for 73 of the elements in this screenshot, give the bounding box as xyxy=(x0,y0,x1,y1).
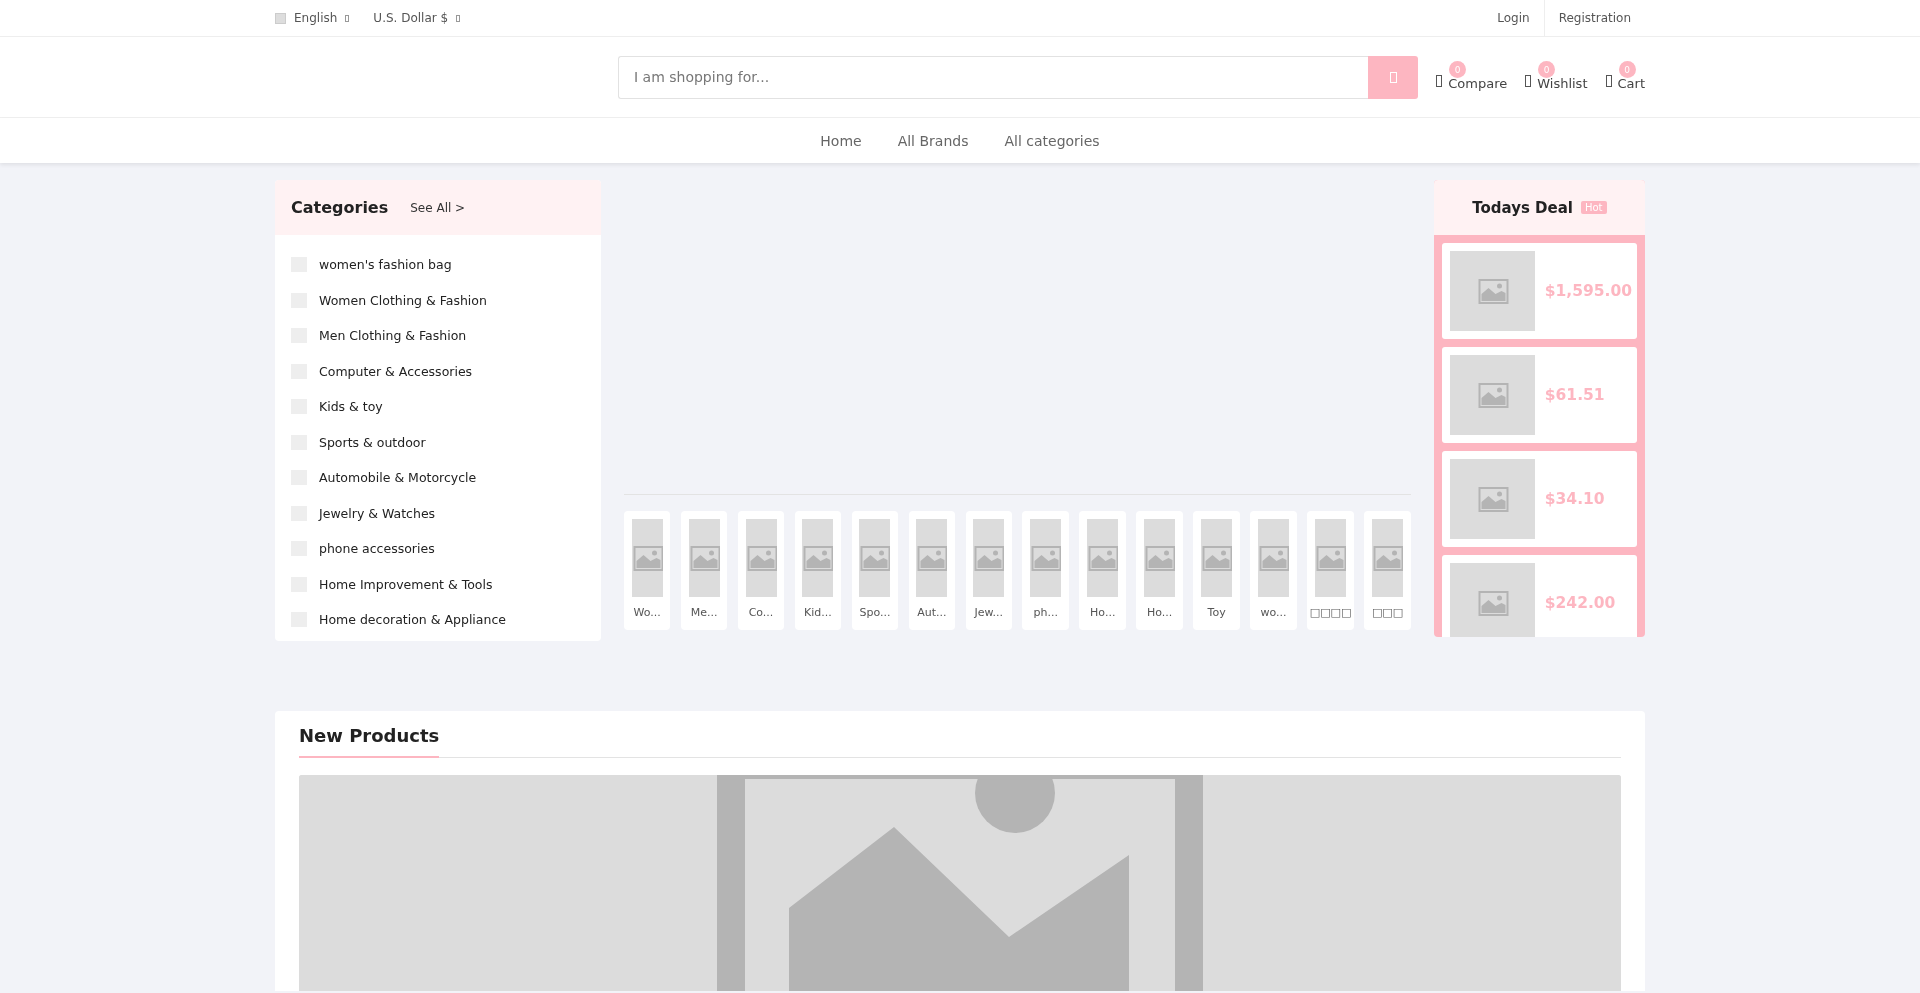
category-item[interactable]: Women Clothing & Fashion xyxy=(291,282,585,318)
language-selector[interactable]: English xyxy=(294,11,338,25)
category-item[interactable]: phone accessories xyxy=(291,531,585,567)
glyph-icon xyxy=(1389,71,1397,83)
category-label: ph... xyxy=(1033,606,1058,619)
caret-icon xyxy=(345,14,350,22)
category-card[interactable]: ph... xyxy=(1022,511,1070,630)
panel-title: Todays Deal xyxy=(1472,198,1573,217)
category-label: Ho... xyxy=(1090,606,1116,619)
category-card[interactable]: Ho... xyxy=(1079,511,1127,630)
action-label: Compare xyxy=(1448,76,1508,91)
category-card[interactable]: Aut... xyxy=(908,511,956,630)
count-badge: 0 xyxy=(1538,61,1556,78)
nav-link[interactable]: All categories xyxy=(1004,132,1100,149)
category-card[interactable]: Wo... xyxy=(623,511,671,630)
category-item[interactable]: Kids & toy xyxy=(291,389,585,425)
search-button[interactable] xyxy=(1368,55,1419,99)
see-all-link[interactable]: See All > xyxy=(410,200,466,215)
account-link[interactable]: Registration xyxy=(1543,0,1645,36)
category-label: Wo... xyxy=(633,606,661,619)
category-card[interactable]: □□□ xyxy=(1364,511,1411,630)
count-badge: 0 xyxy=(1618,61,1636,78)
category-item[interactable]: Sports & outdoor xyxy=(291,424,585,460)
nav-link[interactable]: Home xyxy=(820,132,862,149)
category-item[interactable]: Jewelry & Watches xyxy=(291,495,585,531)
category-label: Ho... xyxy=(1147,606,1173,619)
header-action[interactable]: Compare 0 xyxy=(1436,63,1508,91)
category-card[interactable]: Toy xyxy=(1193,511,1240,630)
category-label: Co... xyxy=(748,606,774,619)
category-card[interactable]: Spo... xyxy=(851,511,899,630)
glyph-icon xyxy=(1605,75,1612,87)
category-item[interactable]: Computer & Accessories xyxy=(291,353,585,389)
search-field[interactable]: I am shopping for... xyxy=(618,55,1369,99)
category-card[interactable]: Kid... xyxy=(794,511,842,630)
category-item[interactable]: Home decoration & Appliance xyxy=(291,602,585,638)
caret-icon xyxy=(456,14,461,22)
section-title: New Products xyxy=(299,725,440,758)
glyph-icon xyxy=(1525,75,1532,87)
category-label: wo... xyxy=(1260,606,1287,619)
category-item[interactable]: Home Improvement & Tools xyxy=(291,566,585,602)
category-card[interactable]: Jew... xyxy=(965,511,1013,630)
category-item[interactable]: Men Clothing & Fashion xyxy=(291,318,585,354)
category-label: □□□□ xyxy=(1309,606,1352,619)
panel-title: Categories xyxy=(291,198,389,217)
category-card[interactable]: Co... xyxy=(737,511,785,630)
category-item[interactable]: Automobile & Motorcycle xyxy=(291,460,585,496)
category-label: Aut... xyxy=(917,606,947,619)
header-action[interactable]: Cart 0 xyxy=(1605,63,1645,91)
header-action[interactable]: Wishlist 0 xyxy=(1525,63,1588,91)
category-label: Kid... xyxy=(804,606,832,619)
category-card[interactable]: wo... xyxy=(1250,511,1297,630)
currency-selector[interactable]: U.S. Dollar $ xyxy=(373,11,449,25)
deal-price: $242.00 xyxy=(1544,594,1616,612)
category-item[interactable]: women's fashion bag xyxy=(291,247,585,283)
category-label: Spo... xyxy=(859,606,891,619)
category-label: Me... xyxy=(690,606,718,619)
category-card[interactable]: Ho... xyxy=(1136,511,1183,630)
deal-price: $34.10 xyxy=(1544,490,1605,508)
count-badge: 0 xyxy=(1449,61,1467,78)
glyph-icon xyxy=(1436,75,1443,87)
flag-icon xyxy=(275,12,286,24)
deal-price: $1,595.00 xyxy=(1544,282,1633,300)
category-card[interactable]: Me... xyxy=(680,511,728,630)
category-label: Toy xyxy=(1207,606,1226,619)
action-label: Cart xyxy=(1617,76,1645,91)
category-label: Jew... xyxy=(974,606,1004,619)
account-link[interactable]: Login xyxy=(1483,0,1544,36)
category-card[interactable]: □□□□ xyxy=(1307,511,1354,630)
hot-badge: Hot xyxy=(1581,201,1607,214)
action-label: Wishlist xyxy=(1537,76,1588,91)
deal-price: $61.51 xyxy=(1544,386,1605,404)
category-label: □□□ xyxy=(1371,606,1404,619)
nav-link[interactable]: All Brands xyxy=(897,132,969,149)
